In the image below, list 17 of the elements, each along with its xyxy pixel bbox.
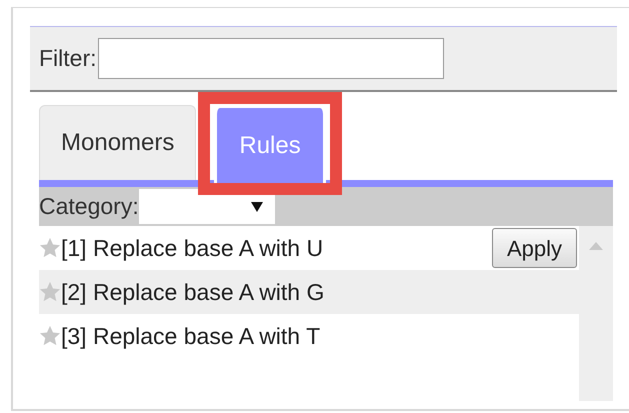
star-icon[interactable] [39, 237, 61, 259]
star-icon[interactable] [39, 281, 61, 303]
scroll-up-icon[interactable] [589, 242, 603, 250]
rule-text: [3] Replace base A with T [61, 322, 320, 351]
category-dropdown[interactable] [138, 189, 275, 224]
filter-field[interactable] [98, 38, 444, 79]
filter-label: Filter: [39, 44, 96, 74]
tab[interactable]: Monomers [39, 105, 196, 180]
rule-text: [2] Replace base A with G [61, 278, 324, 307]
rule-row[interactable]: [1] Replace base A with U Apply [39, 226, 579, 270]
rule-text: [1] Replace base A with U [61, 234, 324, 263]
apply-button[interactable]: Apply [492, 228, 577, 268]
rule-row[interactable]: [2] Replace base A with G [39, 270, 579, 314]
scrollbar[interactable] [579, 226, 613, 401]
dropdown-arrow-icon [250, 202, 263, 212]
category-label: Category: [39, 192, 139, 222]
star-icon[interactable] [39, 325, 61, 347]
